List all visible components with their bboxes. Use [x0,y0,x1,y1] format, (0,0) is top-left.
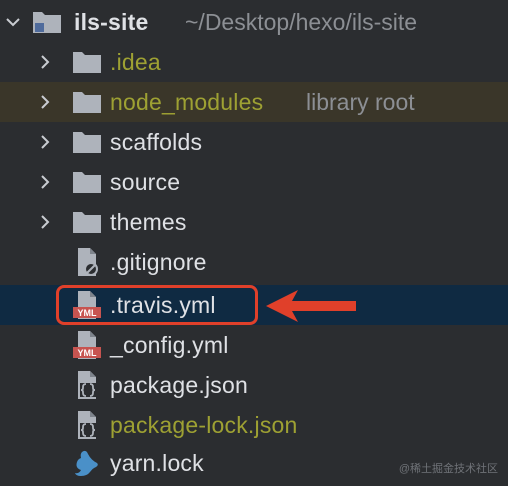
tree-item-label: package-lock.json [110,412,298,438]
project-folder-icon [30,2,64,42]
folder-icon [70,82,104,122]
chevron-right-icon[interactable] [32,82,58,122]
chevron-right-icon[interactable] [32,202,58,242]
tree-item-label: scaffolds [110,129,203,155]
folder-icon [70,122,104,162]
tree-row-idea[interactable]: .idea [0,42,508,82]
highlight-annotation-box [56,285,258,325]
tree-row-themes[interactable]: themes [0,202,508,242]
root-folder-path: ~/Desktop/hexo/ils-site [185,9,418,35]
folder-icon [70,162,104,202]
tree-item-label: themes [110,209,187,235]
annotation-arrow-icon [266,290,356,322]
tree-row-package-lock-json[interactable]: package-lock.json [0,405,508,445]
library-root-hint: library root [306,89,415,115]
tree-row-package-json[interactable]: package.json [0,365,508,405]
tree-row-source[interactable]: source [0,162,508,202]
chevron-right-icon[interactable] [32,42,58,82]
tree-item-label: _config.yml [110,332,229,358]
chevron-down-icon[interactable] [0,2,26,42]
tree-row-node-modules[interactable]: node_modules library root [0,82,508,122]
yml-badge-text: YML [78,348,98,358]
json-file-icon [70,405,104,445]
ignore-file-icon [70,242,104,282]
folder-icon [70,202,104,242]
yml-file-icon: YML [70,325,104,365]
yarn-icon [70,443,104,483]
tree-item-label: .gitignore [110,249,207,275]
project-tree: ils-site ~/Desktop/hexo/ils-site .idea n… [0,0,508,486]
tree-row-gitignore[interactable]: .gitignore [0,242,508,282]
tree-item-label: .idea [110,49,161,75]
tree-row-scaffolds[interactable]: scaffolds [0,122,508,162]
root-folder-name: ils-site [74,9,149,35]
tree-item-label: package.json [110,372,248,398]
watermark-text: @稀土掘金技术社区 [398,463,498,475]
tree-item-label: source [110,169,181,195]
json-file-icon [70,365,104,405]
tree-item-label: yarn.lock [110,450,204,476]
chevron-right-icon[interactable] [32,162,58,202]
tree-item-label: node_modules [110,89,264,115]
chevron-right-icon[interactable] [32,122,58,162]
tree-row-config-yml[interactable]: YML _config.yml [0,325,508,365]
tree-row-root[interactable]: ils-site ~/Desktop/hexo/ils-site [0,2,508,42]
folder-icon [70,42,104,82]
